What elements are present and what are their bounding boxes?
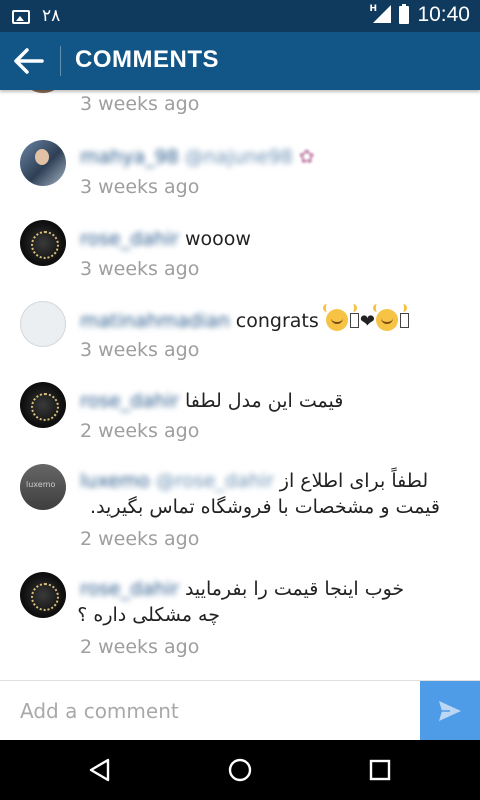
raised-hands-emoji-icon — [322, 304, 357, 331]
comment-time: 3 weeks ago — [80, 339, 200, 361]
comment-text: لطفاً برای اطلاع از — [279, 470, 429, 492]
avatar[interactable] — [20, 464, 66, 510]
avatar[interactable] — [20, 301, 66, 347]
send-button[interactable] — [420, 681, 480, 741]
nav-home-icon — [228, 758, 252, 782]
comment-item: matinahmadian congrats ❤ 3 weeks ago — [0, 301, 480, 381]
comment-line: rose_dahir wooow — [80, 228, 251, 250]
comment-line: matinahmadian congrats ❤ — [80, 304, 410, 332]
signal-icon: H — [369, 4, 392, 25]
comment-line: luxemo @rose_dahir لطفاً برای اطلاع از — [80, 470, 440, 492]
app-bar: COMMENTS — [0, 32, 480, 90]
comment-line: rose_dahir خوب اینجا قیمت را بفرمایید — [80, 578, 404, 600]
comment-username[interactable]: rose_dahir — [80, 390, 179, 412]
comment-item: rose_dahir خوب اینجا قیمت را بفرمایید چه … — [0, 572, 480, 680]
missing-glyph-icon — [399, 313, 409, 328]
comment-line: mahya_98 @najune98 ✿ — [80, 146, 315, 168]
comment-text: wooow — [184, 228, 251, 250]
comment-username[interactable]: rose_dahir — [80, 228, 179, 250]
comment-line: rose_dahir قیمت این مدل لطفا — [80, 390, 343, 412]
status-left: ٢٨ — [12, 5, 60, 27]
status-bar: ٢٨ H 10:40 — [0, 0, 480, 32]
raised-hands-emoji-icon — [372, 304, 407, 331]
avatar[interactable] — [20, 90, 66, 93]
comment-text: قیمت این مدل لطفا — [184, 390, 344, 412]
avatar[interactable] — [20, 572, 66, 618]
nav-home-button[interactable] — [227, 757, 253, 783]
page-title: COMMENTS — [75, 46, 219, 73]
nav-back-button[interactable] — [87, 757, 113, 783]
comment-item: rose_dahir قیمت این مدل لطفا 2 weeks ago — [0, 382, 480, 462]
comment-list[interactable]: 3 weeks ago mahya_98 @najune98 ✿ 3 weeks a… — [0, 90, 480, 680]
notification-count: ٢٨ — [42, 6, 61, 26]
status-right: H 10:40 — [369, 3, 470, 27]
comment-text-line2: چه مشکلی داره ؟ — [77, 604, 220, 626]
send-icon — [439, 701, 461, 721]
heart-icon: ❤ — [359, 311, 375, 332]
avatar[interactable] — [20, 140, 66, 186]
comment-mention[interactable]: @rose_dahir — [156, 470, 274, 492]
comment-time: 2 weeks ago — [80, 420, 200, 442]
comment-mention[interactable]: @najune98 — [185, 146, 293, 168]
comment-username[interactable]: rose_dahir — [80, 578, 179, 600]
comment-item: luxemo @rose_dahirلطفاً برای اطلاع از قیم… — [0, 464, 480, 574]
comment-text: خوب اینجا قیمت را بفرمایید — [184, 578, 405, 600]
clock: 10:40 — [417, 3, 470, 26]
app-bar-divider — [60, 46, 61, 76]
add-comment-bar — [0, 680, 480, 741]
comment-username[interactable]: luxemo — [80, 470, 150, 492]
comment-text-line2: قیمت و مشخصات با فروشگاه تماس بگیرید. — [90, 496, 440, 518]
comment-text: congrats — [235, 310, 319, 332]
comment-item: 3 weeks ago — [0, 90, 480, 122]
comment-time: 3 weeks ago — [80, 258, 200, 280]
comment-item: mahya_98 @najune98 ✿ 3 weeks ago — [0, 138, 480, 218]
comment-time: 3 weeks ago — [80, 93, 200, 115]
system-nav-bar — [0, 740, 480, 800]
comment-item: rose_dahir wooow 3 weeks ago — [0, 220, 480, 300]
missing-glyph-icon — [349, 313, 359, 328]
image-notification-icon — [12, 10, 30, 24]
battery-icon — [399, 4, 410, 24]
nav-recents-icon — [369, 759, 391, 781]
avatar[interactable] — [20, 382, 66, 428]
comment-time: 2 weeks ago — [80, 636, 200, 658]
flower-emoji-icon: ✿ — [298, 146, 315, 168]
avatar[interactable] — [20, 220, 66, 266]
comment-time: 2 weeks ago — [80, 528, 200, 550]
comment-time: 3 weeks ago — [80, 176, 200, 198]
back-button[interactable] — [12, 46, 48, 76]
nav-recents-button[interactable] — [367, 757, 393, 783]
arrow-left-icon — [14, 48, 44, 74]
comment-input[interactable] — [0, 681, 420, 740]
comment-username[interactable]: matinahmadian — [80, 310, 230, 332]
comment-username[interactable]: mahya_98 — [80, 146, 179, 168]
nav-back-icon — [89, 758, 110, 782]
